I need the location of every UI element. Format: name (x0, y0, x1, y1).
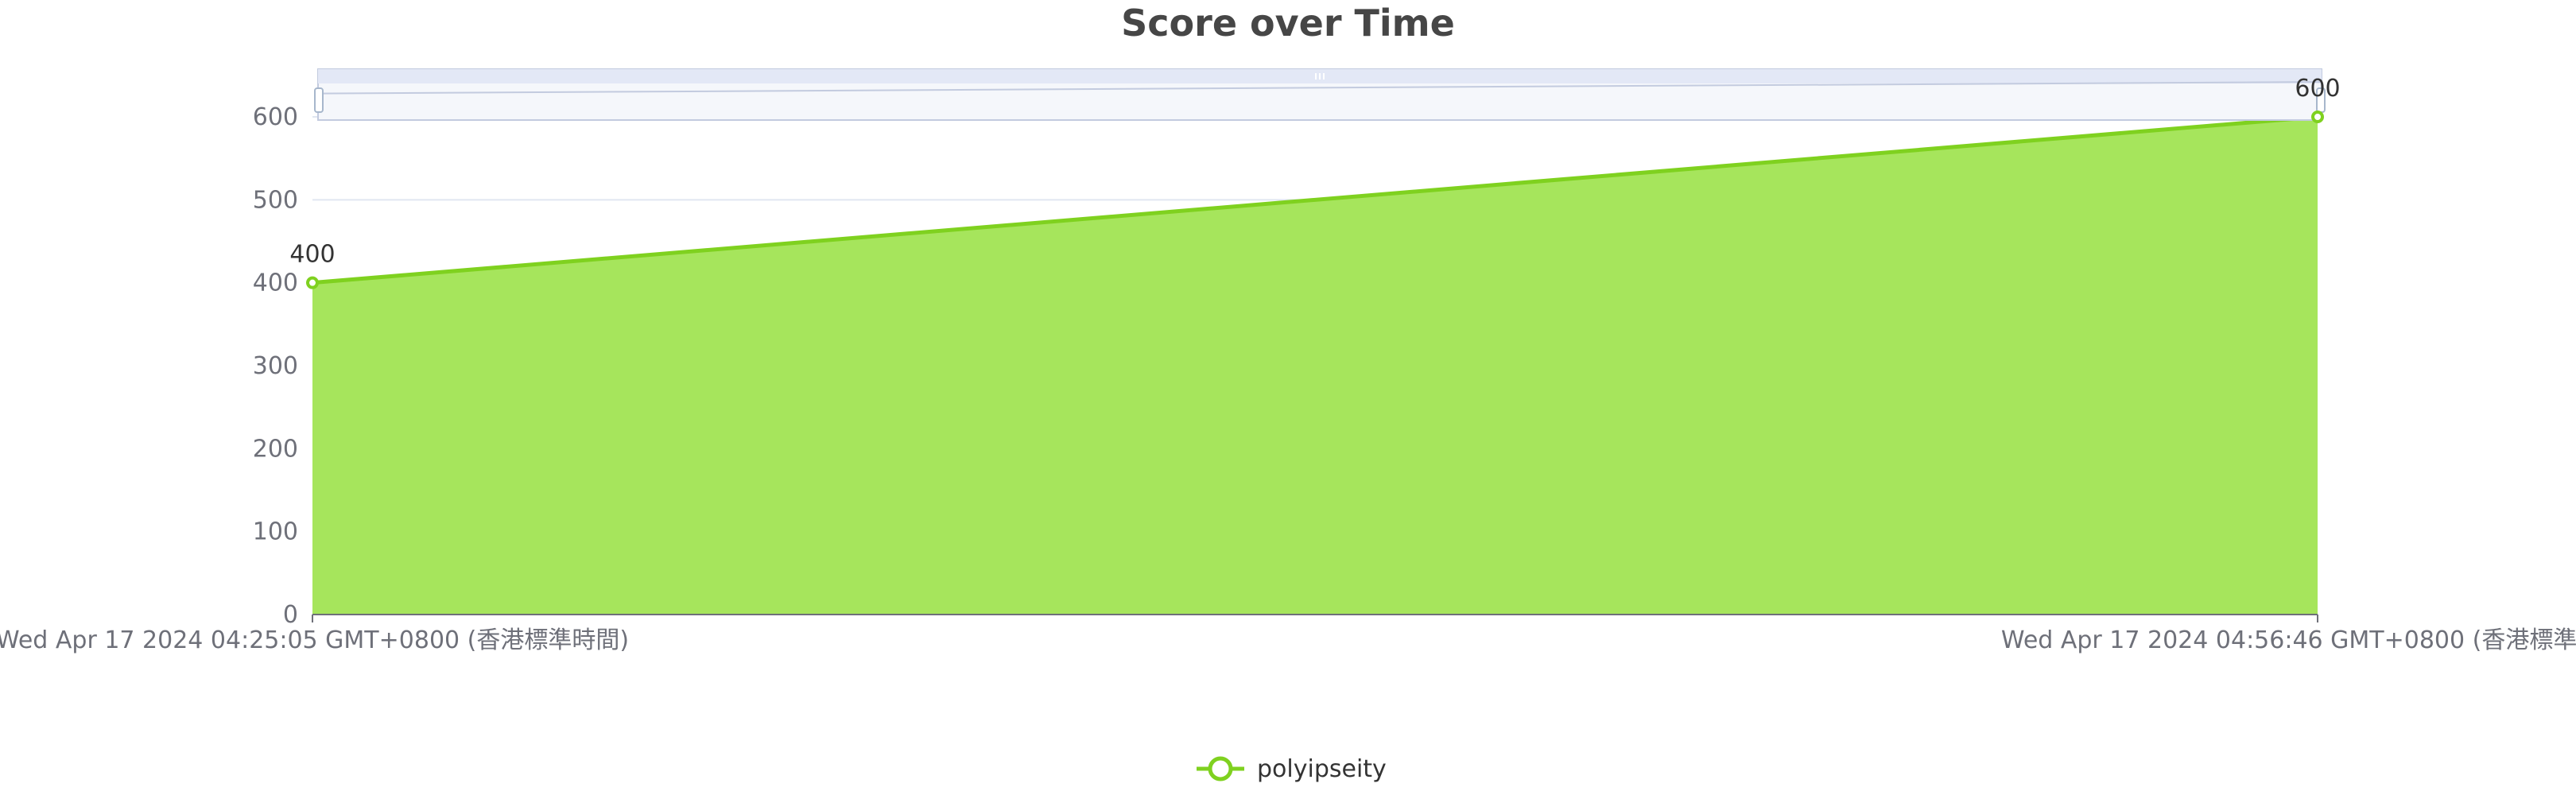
area-chart: Score over Time 0 100 200 300 400 500 600 Wed A… (0, 2, 2576, 783)
data-point (2311, 111, 2324, 123)
series-area (312, 114, 2318, 615)
legend[interactable]: polyipseity (1197, 755, 1387, 783)
data-label: 400 (289, 241, 335, 269)
x-tick-label: Wed Apr 17 2024 04:56:46 GMT+0800 (香港標準時… (2001, 626, 2576, 654)
y-tick-label: 200 (253, 435, 298, 463)
y-tick-label: 500 (253, 186, 298, 214)
chart-container: Score over Time 0 100 200 300 400 500 600 Wed A… (0, 0, 2576, 795)
slider-grip[interactable] (1319, 73, 1321, 80)
y-tick-label: 300 (253, 352, 298, 380)
y-tick-label: 0 (283, 601, 298, 629)
x-tick-label: Wed Apr 17 2024 04:25:05 GMT+0800 (香港標準時… (0, 626, 629, 654)
legend-label[interactable]: polyipseity (1257, 755, 1387, 783)
chart-title: Score over Time (1121, 2, 1455, 45)
slider-left-handle[interactable] (314, 87, 324, 113)
y-tick-label: 600 (253, 103, 298, 131)
legend-marker-icon[interactable] (1208, 756, 1233, 781)
data-point (306, 276, 319, 289)
data-zoom-slider[interactable] (314, 68, 2326, 121)
y-tick-label: 100 (253, 518, 298, 546)
slider-grip[interactable] (1315, 73, 1317, 80)
area-fill (312, 117, 2318, 615)
slider-grip[interactable] (1323, 73, 1325, 80)
data-label: 600 (2295, 75, 2340, 103)
y-tick-label: 400 (253, 270, 298, 297)
